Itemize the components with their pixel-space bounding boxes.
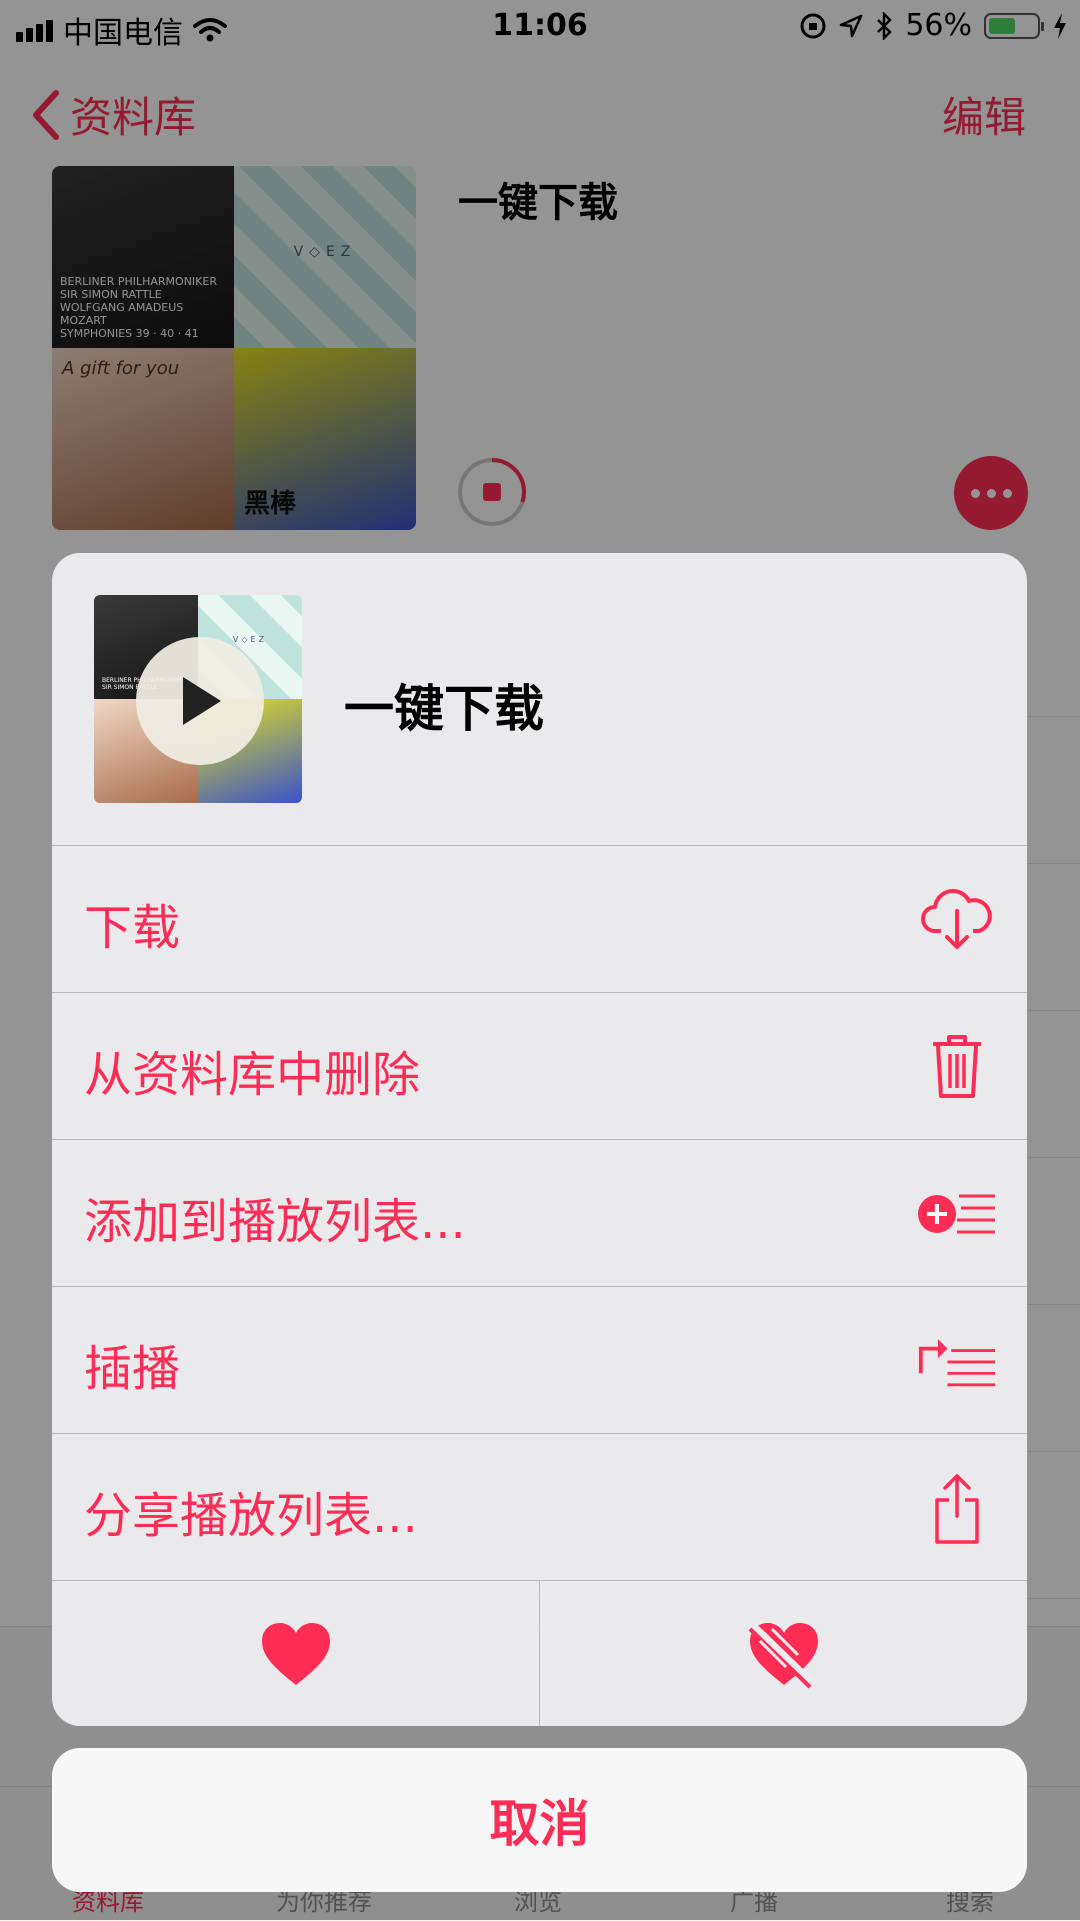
delete-label: 从资料库中删除 bbox=[84, 1047, 421, 1103]
heart-slash-icon bbox=[748, 1622, 818, 1688]
share-icon bbox=[917, 1470, 997, 1546]
sheet-title: 一键下载 bbox=[344, 680, 544, 738]
share-playlist-label: 分享播放列表... bbox=[84, 1488, 418, 1544]
heart-icon bbox=[261, 1622, 330, 1685]
rating-row bbox=[52, 1580, 1027, 1726]
play-next-icon bbox=[917, 1323, 997, 1399]
sheet-header: BERLINER PHILHARMONIKER SIR SIMON RATTLE… bbox=[52, 553, 1027, 845]
cancel-button[interactable]: 取消 bbox=[52, 1748, 1027, 1892]
share-playlist-action[interactable]: 分享播放列表... bbox=[52, 1433, 1027, 1579]
download-action[interactable]: 下载 bbox=[52, 845, 1027, 991]
add-to-playlist-action[interactable]: 添加到播放列表... bbox=[52, 1139, 1027, 1285]
add-to-playlist-label: 添加到播放列表... bbox=[84, 1194, 466, 1250]
play-next-label: 插播 bbox=[84, 1341, 181, 1397]
download-label: 下载 bbox=[84, 900, 181, 956]
trash-icon bbox=[917, 1029, 997, 1105]
play-button[interactable] bbox=[136, 637, 264, 765]
dislike-button[interactable] bbox=[540, 1581, 1027, 1726]
add-to-playlist-icon bbox=[917, 1176, 997, 1252]
play-next-action[interactable]: 插播 bbox=[52, 1286, 1027, 1432]
action-sheet: BERLINER PHILHARMONIKER SIR SIMON RATTLE… bbox=[52, 553, 1027, 1726]
play-icon bbox=[183, 677, 221, 725]
cloud-download-icon bbox=[917, 882, 997, 958]
love-button[interactable] bbox=[52, 1581, 539, 1726]
delete-from-library-action[interactable]: 从资料库中删除 bbox=[52, 992, 1027, 1138]
